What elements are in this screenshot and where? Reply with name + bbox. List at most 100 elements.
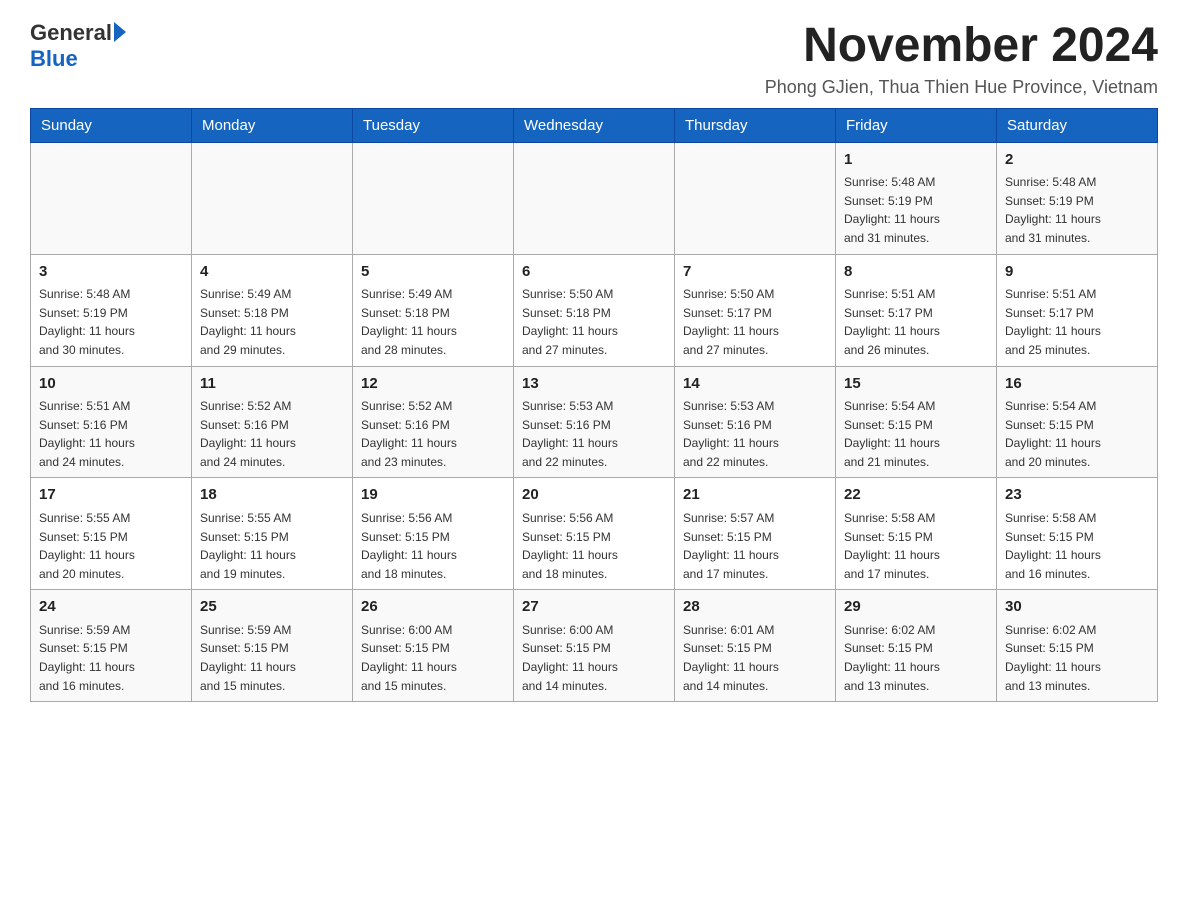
day-info: Sunrise: 6:01 AM Sunset: 5:15 PM Dayligh… (683, 621, 827, 695)
day-number: 26 (361, 596, 505, 619)
weekday-header-monday: Monday (192, 108, 353, 142)
day-info: Sunrise: 5:48 AM Sunset: 5:19 PM Dayligh… (844, 173, 988, 247)
logo: General Blue (30, 20, 126, 72)
logo-arrow-icon (114, 22, 126, 42)
calendar-cell (31, 142, 192, 254)
day-number: 1 (844, 149, 988, 172)
day-number: 19 (361, 484, 505, 507)
calendar-cell: 27Sunrise: 6:00 AM Sunset: 5:15 PM Dayli… (514, 590, 675, 702)
day-number: 7 (683, 261, 827, 284)
weekday-header-wednesday: Wednesday (514, 108, 675, 142)
day-info: Sunrise: 5:59 AM Sunset: 5:15 PM Dayligh… (39, 621, 183, 695)
weekday-header-sunday: Sunday (31, 108, 192, 142)
calendar-cell: 28Sunrise: 6:01 AM Sunset: 5:15 PM Dayli… (675, 590, 836, 702)
day-info: Sunrise: 5:56 AM Sunset: 5:15 PM Dayligh… (522, 509, 666, 583)
calendar-cell: 3Sunrise: 5:48 AM Sunset: 5:19 PM Daylig… (31, 254, 192, 366)
calendar-table: SundayMondayTuesdayWednesdayThursdayFrid… (30, 108, 1158, 702)
day-info: Sunrise: 5:54 AM Sunset: 5:15 PM Dayligh… (1005, 397, 1149, 471)
day-info: Sunrise: 5:54 AM Sunset: 5:15 PM Dayligh… (844, 397, 988, 471)
day-number: 5 (361, 261, 505, 284)
day-number: 28 (683, 596, 827, 619)
calendar-cell: 18Sunrise: 5:55 AM Sunset: 5:15 PM Dayli… (192, 478, 353, 590)
day-info: Sunrise: 5:48 AM Sunset: 5:19 PM Dayligh… (39, 285, 183, 359)
calendar-cell: 21Sunrise: 5:57 AM Sunset: 5:15 PM Dayli… (675, 478, 836, 590)
calendar-cell (353, 142, 514, 254)
logo-blue: Blue (30, 46, 78, 72)
calendar-week-row: 3Sunrise: 5:48 AM Sunset: 5:19 PM Daylig… (31, 254, 1158, 366)
day-info: Sunrise: 5:58 AM Sunset: 5:15 PM Dayligh… (844, 509, 988, 583)
day-info: Sunrise: 5:51 AM Sunset: 5:16 PM Dayligh… (39, 397, 183, 471)
calendar-cell: 30Sunrise: 6:02 AM Sunset: 5:15 PM Dayli… (997, 590, 1158, 702)
day-number: 29 (844, 596, 988, 619)
day-number: 15 (844, 373, 988, 396)
calendar-cell: 14Sunrise: 5:53 AM Sunset: 5:16 PM Dayli… (675, 366, 836, 478)
day-info: Sunrise: 6:02 AM Sunset: 5:15 PM Dayligh… (1005, 621, 1149, 695)
day-info: Sunrise: 6:02 AM Sunset: 5:15 PM Dayligh… (844, 621, 988, 695)
day-number: 11 (200, 373, 344, 396)
day-number: 2 (1005, 149, 1149, 172)
calendar-week-row: 17Sunrise: 5:55 AM Sunset: 5:15 PM Dayli… (31, 478, 1158, 590)
calendar-cell: 12Sunrise: 5:52 AM Sunset: 5:16 PM Dayli… (353, 366, 514, 478)
weekday-header-tuesday: Tuesday (353, 108, 514, 142)
day-number: 14 (683, 373, 827, 396)
day-number: 17 (39, 484, 183, 507)
calendar-cell: 17Sunrise: 5:55 AM Sunset: 5:15 PM Dayli… (31, 478, 192, 590)
day-number: 13 (522, 373, 666, 396)
calendar-cell (192, 142, 353, 254)
day-info: Sunrise: 5:48 AM Sunset: 5:19 PM Dayligh… (1005, 173, 1149, 247)
day-info: Sunrise: 5:50 AM Sunset: 5:17 PM Dayligh… (683, 285, 827, 359)
calendar-cell: 13Sunrise: 5:53 AM Sunset: 5:16 PM Dayli… (514, 366, 675, 478)
day-info: Sunrise: 6:00 AM Sunset: 5:15 PM Dayligh… (522, 621, 666, 695)
calendar-cell: 25Sunrise: 5:59 AM Sunset: 5:15 PM Dayli… (192, 590, 353, 702)
day-number: 22 (844, 484, 988, 507)
day-info: Sunrise: 5:50 AM Sunset: 5:18 PM Dayligh… (522, 285, 666, 359)
day-info: Sunrise: 5:49 AM Sunset: 5:18 PM Dayligh… (200, 285, 344, 359)
day-number: 9 (1005, 261, 1149, 284)
calendar-cell (675, 142, 836, 254)
calendar-cell: 8Sunrise: 5:51 AM Sunset: 5:17 PM Daylig… (836, 254, 997, 366)
weekday-header-row: SundayMondayTuesdayWednesdayThursdayFrid… (31, 108, 1158, 142)
calendar-cell: 10Sunrise: 5:51 AM Sunset: 5:16 PM Dayli… (31, 366, 192, 478)
day-info: Sunrise: 5:49 AM Sunset: 5:18 PM Dayligh… (361, 285, 505, 359)
title-section: November 2024 Phong GJien, Thua Thien Hu… (765, 20, 1158, 98)
calendar-cell: 22Sunrise: 5:58 AM Sunset: 5:15 PM Dayli… (836, 478, 997, 590)
day-info: Sunrise: 5:55 AM Sunset: 5:15 PM Dayligh… (39, 509, 183, 583)
day-info: Sunrise: 5:52 AM Sunset: 5:16 PM Dayligh… (361, 397, 505, 471)
day-info: Sunrise: 5:51 AM Sunset: 5:17 PM Dayligh… (1005, 285, 1149, 359)
day-info: Sunrise: 6:00 AM Sunset: 5:15 PM Dayligh… (361, 621, 505, 695)
calendar-cell: 23Sunrise: 5:58 AM Sunset: 5:15 PM Dayli… (997, 478, 1158, 590)
calendar-cell: 2Sunrise: 5:48 AM Sunset: 5:19 PM Daylig… (997, 142, 1158, 254)
calendar-cell: 16Sunrise: 5:54 AM Sunset: 5:15 PM Dayli… (997, 366, 1158, 478)
calendar-cell: 26Sunrise: 6:00 AM Sunset: 5:15 PM Dayli… (353, 590, 514, 702)
calendar-cell: 24Sunrise: 5:59 AM Sunset: 5:15 PM Dayli… (31, 590, 192, 702)
day-info: Sunrise: 5:53 AM Sunset: 5:16 PM Dayligh… (522, 397, 666, 471)
day-info: Sunrise: 5:58 AM Sunset: 5:15 PM Dayligh… (1005, 509, 1149, 583)
day-number: 12 (361, 373, 505, 396)
day-number: 25 (200, 596, 344, 619)
calendar-week-row: 1Sunrise: 5:48 AM Sunset: 5:19 PM Daylig… (31, 142, 1158, 254)
day-info: Sunrise: 5:59 AM Sunset: 5:15 PM Dayligh… (200, 621, 344, 695)
calendar-cell: 6Sunrise: 5:50 AM Sunset: 5:18 PM Daylig… (514, 254, 675, 366)
calendar-cell: 29Sunrise: 6:02 AM Sunset: 5:15 PM Dayli… (836, 590, 997, 702)
calendar-cell: 1Sunrise: 5:48 AM Sunset: 5:19 PM Daylig… (836, 142, 997, 254)
day-number: 6 (522, 261, 666, 284)
day-info: Sunrise: 5:57 AM Sunset: 5:15 PM Dayligh… (683, 509, 827, 583)
day-info: Sunrise: 5:53 AM Sunset: 5:16 PM Dayligh… (683, 397, 827, 471)
logo-general: General (30, 20, 112, 46)
day-number: 8 (844, 261, 988, 284)
day-number: 3 (39, 261, 183, 284)
day-number: 21 (683, 484, 827, 507)
calendar-cell (514, 142, 675, 254)
calendar-week-row: 10Sunrise: 5:51 AM Sunset: 5:16 PM Dayli… (31, 366, 1158, 478)
calendar-cell: 19Sunrise: 5:56 AM Sunset: 5:15 PM Dayli… (353, 478, 514, 590)
day-number: 27 (522, 596, 666, 619)
calendar-cell: 4Sunrise: 5:49 AM Sunset: 5:18 PM Daylig… (192, 254, 353, 366)
calendar-week-row: 24Sunrise: 5:59 AM Sunset: 5:15 PM Dayli… (31, 590, 1158, 702)
calendar-cell: 9Sunrise: 5:51 AM Sunset: 5:17 PM Daylig… (997, 254, 1158, 366)
day-info: Sunrise: 5:55 AM Sunset: 5:15 PM Dayligh… (200, 509, 344, 583)
day-info: Sunrise: 5:52 AM Sunset: 5:16 PM Dayligh… (200, 397, 344, 471)
day-number: 10 (39, 373, 183, 396)
page-header: General Blue November 2024 Phong GJien, … (30, 20, 1158, 98)
weekday-header-friday: Friday (836, 108, 997, 142)
day-info: Sunrise: 5:56 AM Sunset: 5:15 PM Dayligh… (361, 509, 505, 583)
